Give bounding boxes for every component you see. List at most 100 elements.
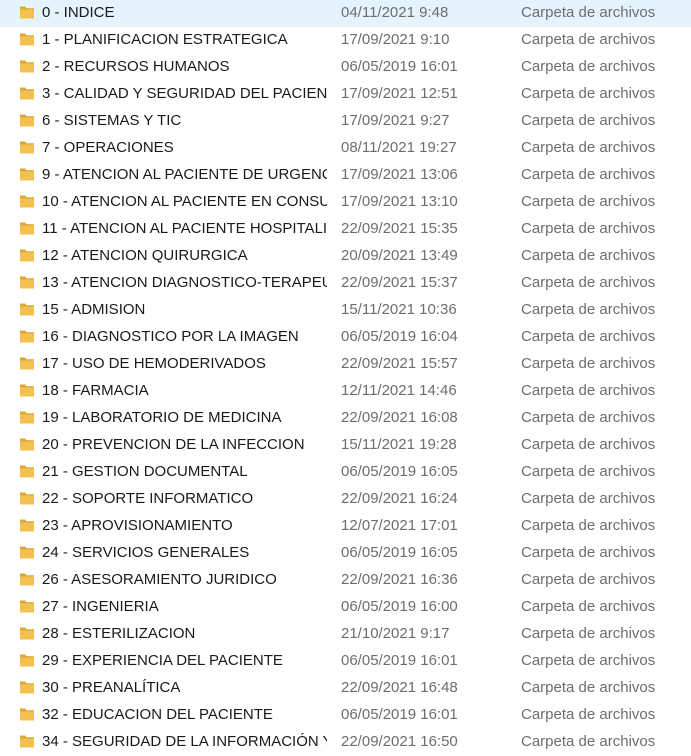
modified-date: 06/05/2019 16:00 (341, 598, 458, 615)
item-type: Carpeta de archivos (521, 274, 656, 291)
item-type: Carpeta de archivos (521, 652, 656, 669)
item-type: Carpeta de archivos (521, 166, 656, 183)
folder-row-19[interactable]: 23 - APROVISIONAMIENTO 12/07/2021 17:01 … (0, 513, 691, 540)
item-type: Carpeta de archivos (521, 490, 656, 507)
modified-date: 04/11/2021 9:48 (341, 4, 449, 21)
folder-name: 9 - ATENCION AL PACIENTE DE URGENCI... (42, 166, 327, 183)
folder-name: 11 - ATENCION AL PACIENTE HOSPITALI... (42, 220, 327, 237)
folder-row-6[interactable]: 9 - ATENCION AL PACIENTE DE URGENCI... 1… (0, 162, 691, 189)
modified-date: 06/05/2019 16:04 (341, 328, 458, 345)
folder-row-14[interactable]: 18 - FARMACIA 12/11/2021 14:46 Carpeta d… (0, 378, 691, 405)
folder-row-18[interactable]: 22 - SOPORTE INFORMATICO 22/09/2021 16:2… (0, 486, 691, 513)
folder-row-20[interactable]: 24 - SERVICIOS GENERALES 06/05/2019 16:0… (0, 540, 691, 567)
modified-date: 12/07/2021 17:01 (341, 517, 458, 534)
folder-row-9[interactable]: 12 - ATENCION QUIRURGICA 20/09/2021 13:4… (0, 243, 691, 270)
item-type: Carpeta de archivos (521, 85, 656, 102)
modified-date: 15/11/2021 10:36 (341, 301, 457, 318)
modified-date: 17/09/2021 13:06 (341, 166, 458, 183)
folder-name: 34 - SEGURIDAD DE LA INFORMACIÓN Y... (42, 733, 327, 750)
modified-date: 06/05/2019 16:01 (341, 652, 458, 669)
folder-row-22[interactable]: 27 - INGENIERIA 06/05/2019 16:00 Carpeta… (0, 594, 691, 621)
folder-row-24[interactable]: 29 - EXPERIENCIA DEL PACIENTE 06/05/2019… (0, 648, 691, 675)
modified-date: 17/09/2021 9:27 (341, 112, 450, 129)
folder-icon (18, 3, 36, 21)
modified-date: 06/05/2019 16:05 (341, 544, 458, 561)
folder-row-25[interactable]: 30 - PREANALÍTICA 22/09/2021 16:48 Carpe… (0, 675, 691, 702)
folder-name: 24 - SERVICIOS GENERALES (42, 544, 250, 561)
item-type: Carpeta de archivos (521, 193, 656, 210)
folder-row-26[interactable]: 32 - EDUCACION DEL PACIENTE 06/05/2019 1… (0, 702, 691, 729)
modified-date: 20/09/2021 13:49 (341, 247, 458, 264)
folder-row-7[interactable]: 10 - ATENCION AL PACIENTE EN CONSU... 17… (0, 189, 691, 216)
item-type: Carpeta de archivos (521, 571, 656, 588)
modified-date: 22/09/2021 16:36 (341, 571, 458, 588)
folder-name: 1 - PLANIFICACION ESTRATEGICA (42, 31, 288, 48)
folder-name: 20 - PREVENCION DE LA INFECCION (42, 436, 305, 453)
folder-icon (18, 219, 36, 237)
modified-date: 22/09/2021 16:48 (341, 679, 458, 696)
modified-date: 17/09/2021 13:10 (341, 193, 458, 210)
folder-icon (18, 462, 36, 480)
folder-row-1[interactable]: 1 - PLANIFICACION ESTRATEGICA 17/09/2021… (0, 27, 691, 54)
modified-date: 15/11/2021 19:28 (341, 436, 457, 453)
folder-name: 21 - GESTION DOCUMENTAL (42, 463, 248, 480)
folder-name: 17 - USO DE HEMODERIVADOS (42, 355, 266, 372)
folder-row-15[interactable]: 19 - LABORATORIO DE MEDICINA 22/09/2021 … (0, 405, 691, 432)
folder-row-2[interactable]: 2 - RECURSOS HUMANOS 06/05/2019 16:01 Ca… (0, 54, 691, 81)
folder-row-8[interactable]: 11 - ATENCION AL PACIENTE HOSPITALI... 2… (0, 216, 691, 243)
folder-icon (18, 408, 36, 426)
item-type: Carpeta de archivos (521, 409, 656, 426)
item-type: Carpeta de archivos (521, 301, 656, 318)
item-type: Carpeta de archivos (521, 4, 656, 21)
folder-name: 26 - ASESORAMIENTO JURIDICO (42, 571, 277, 588)
folder-name: 13 - ATENCION DIAGNOSTICO-TERAPEU... (42, 274, 327, 291)
modified-date: 22/09/2021 15:57 (341, 355, 458, 372)
item-type: Carpeta de archivos (521, 355, 656, 372)
folder-row-4[interactable]: 6 - SISTEMAS Y TIC 17/09/2021 9:27 Carpe… (0, 108, 691, 135)
folder-name: 7 - OPERACIONES (42, 139, 174, 156)
item-type: Carpeta de archivos (521, 220, 656, 237)
folder-row-27[interactable]: 34 - SEGURIDAD DE LA INFORMACIÓN Y... 22… (0, 729, 691, 756)
folder-row-11[interactable]: 15 - ADMISION 15/11/2021 10:36 Carpeta d… (0, 297, 691, 324)
folder-row-3[interactable]: 3 - CALIDAD Y SEGURIDAD DEL PACIENTE 17/… (0, 81, 691, 108)
folder-icon (18, 246, 36, 264)
folder-icon (18, 138, 36, 156)
folder-name: 0 - INDICE (42, 4, 115, 21)
item-type: Carpeta de archivos (521, 706, 656, 723)
item-type: Carpeta de archivos (521, 247, 656, 264)
folder-row-21[interactable]: 26 - ASESORAMIENTO JURIDICO 22/09/2021 1… (0, 567, 691, 594)
folder-row-16[interactable]: 20 - PREVENCION DE LA INFECCION 15/11/20… (0, 432, 691, 459)
folder-icon (18, 705, 36, 723)
item-type: Carpeta de archivos (521, 328, 656, 345)
folder-name: 32 - EDUCACION DEL PACIENTE (42, 706, 273, 723)
folder-row-12[interactable]: 16 - DIAGNOSTICO POR LA IMAGEN 06/05/201… (0, 324, 691, 351)
folder-icon (18, 381, 36, 399)
folder-name: 18 - FARMACIA (42, 382, 149, 399)
modified-date: 12/11/2021 14:46 (341, 382, 457, 399)
folder-icon (18, 192, 36, 210)
folder-row-17[interactable]: 21 - GESTION DOCUMENTAL 06/05/2019 16:05… (0, 459, 691, 486)
modified-date: 08/11/2021 19:27 (341, 139, 457, 156)
folder-row-23[interactable]: 28 - ESTERILIZACION 21/10/2021 9:17 Carp… (0, 621, 691, 648)
folder-name: 19 - LABORATORIO DE MEDICINA (42, 409, 282, 426)
folder-icon (18, 678, 36, 696)
folder-row-13[interactable]: 17 - USO DE HEMODERIVADOS 22/09/2021 15:… (0, 351, 691, 378)
folder-name: 27 - INGENIERIA (42, 598, 159, 615)
modified-date: 06/05/2019 16:01 (341, 58, 458, 75)
modified-date: 17/09/2021 9:10 (341, 31, 450, 48)
folder-icon (18, 624, 36, 642)
folder-name: 3 - CALIDAD Y SEGURIDAD DEL PACIENTE (42, 85, 327, 102)
folder-name: 15 - ADMISION (42, 301, 146, 318)
item-type: Carpeta de archivos (521, 733, 656, 750)
item-type: Carpeta de archivos (521, 517, 656, 534)
folder-row-0[interactable]: 0 - INDICE 04/11/2021 9:48 Carpeta de ar… (0, 0, 691, 27)
modified-date: 22/09/2021 15:35 (341, 220, 458, 237)
item-type: Carpeta de archivos (521, 679, 656, 696)
folder-name: 16 - DIAGNOSTICO POR LA IMAGEN (42, 328, 299, 345)
folder-row-5[interactable]: 7 - OPERACIONES 08/11/2021 19:27 Carpeta… (0, 135, 691, 162)
folder-name: 10 - ATENCION AL PACIENTE EN CONSU... (42, 193, 327, 210)
folder-row-10[interactable]: 13 - ATENCION DIAGNOSTICO-TERAPEU... 22/… (0, 270, 691, 297)
folder-name: 29 - EXPERIENCIA DEL PACIENTE (42, 652, 283, 669)
item-type: Carpeta de archivos (521, 58, 656, 75)
modified-date: 17/09/2021 12:51 (341, 85, 458, 102)
